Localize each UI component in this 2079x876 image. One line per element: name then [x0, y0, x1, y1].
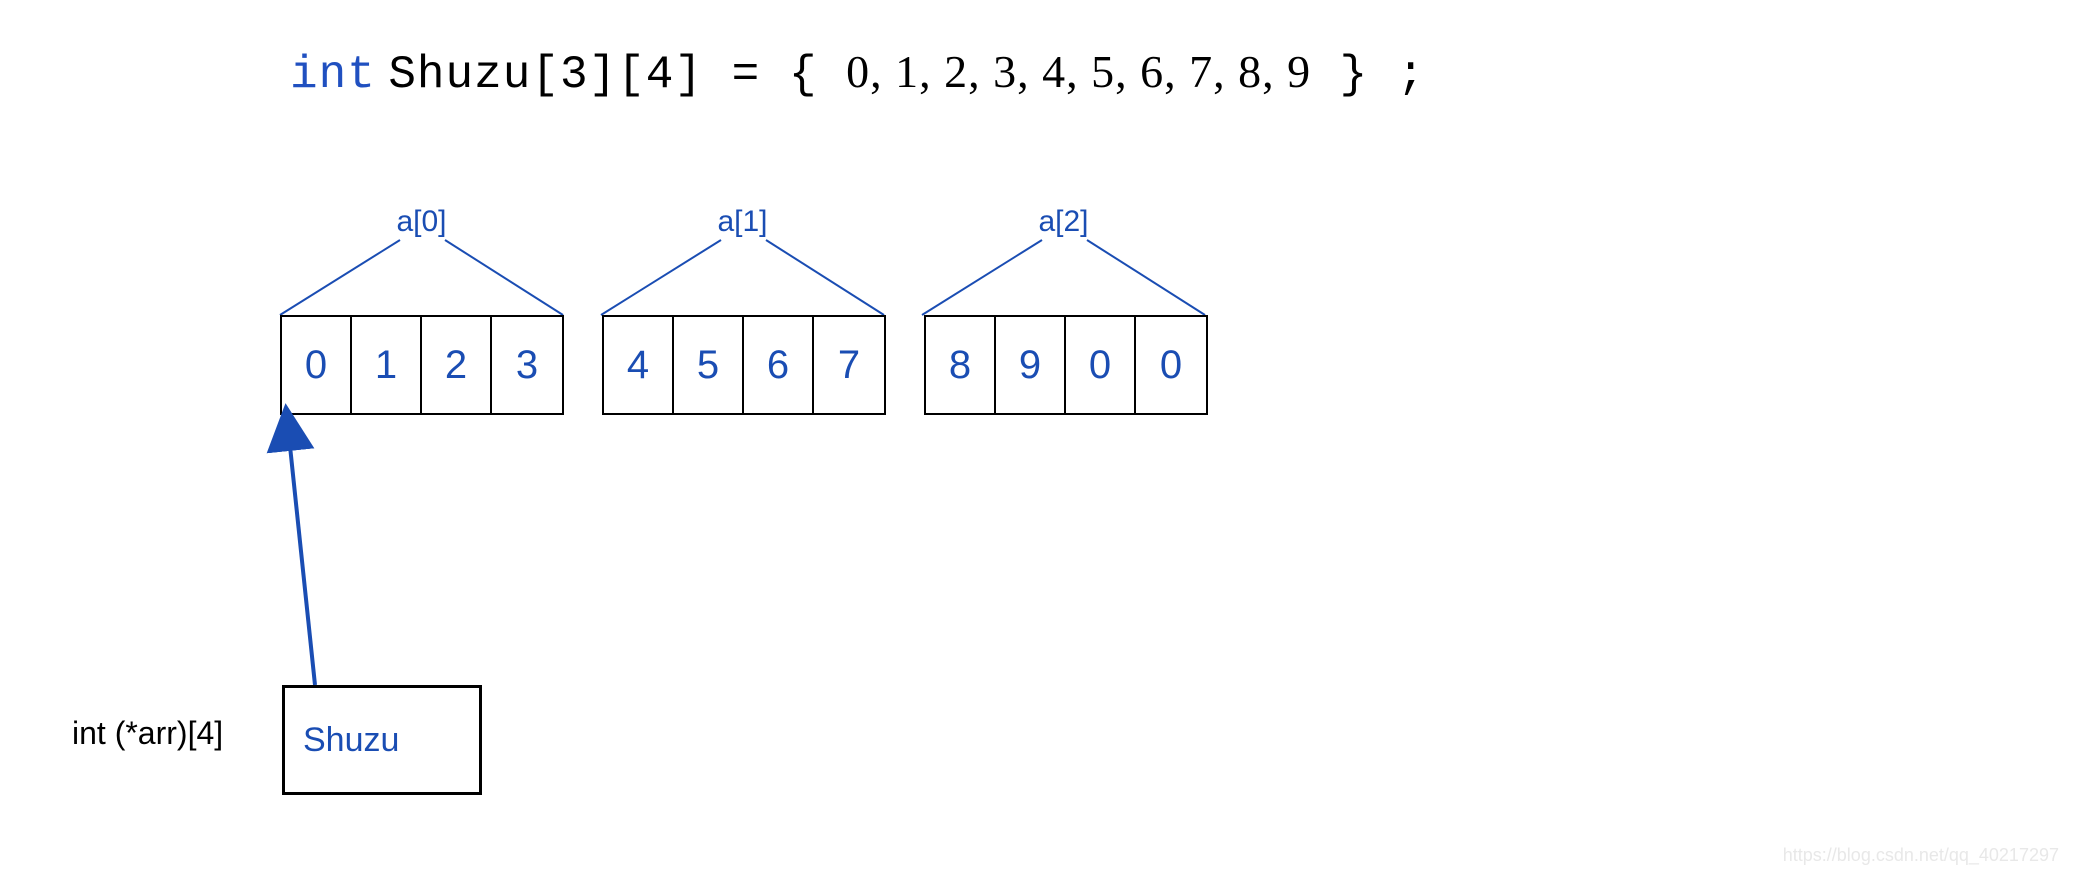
- cell: 2: [422, 317, 492, 413]
- watermark: https://blog.csdn.net/qq_40217297: [1783, 845, 2059, 866]
- array-block-2: 8 9 0 0: [924, 315, 1208, 415]
- cell: 8: [926, 317, 996, 413]
- group-labels-row: a[0] a[1] a[2]: [280, 225, 1205, 315]
- cell: 9: [996, 317, 1066, 413]
- equals: =: [703, 49, 789, 101]
- v-connector-0: [280, 225, 563, 315]
- group-label-0: a[0]: [280, 225, 563, 315]
- code-declaration: int Shuzu[3][4] = { 0, 1, 2, 3, 4, 5, 6,…: [290, 45, 1425, 101]
- v-connector-1: [601, 225, 884, 315]
- identifier: Shuzu: [388, 49, 531, 101]
- group-label-1: a[1]: [601, 225, 884, 315]
- pointer-type-label: int (*arr)[4]: [72, 715, 223, 752]
- group-label-2: a[2]: [922, 225, 1205, 315]
- v-connector-2: [922, 225, 1205, 315]
- cell: 3: [492, 317, 562, 413]
- cell: 7: [814, 317, 884, 413]
- cell: 1: [352, 317, 422, 413]
- dim2: [4]: [617, 49, 703, 101]
- cell: 4: [604, 317, 674, 413]
- cell: 0: [282, 317, 352, 413]
- array-block-1: 4 5 6 7: [602, 315, 886, 415]
- pointer-box: Shuzu: [282, 685, 482, 795]
- cell: 6: [744, 317, 814, 413]
- array-block-0: 0 1 2 3: [280, 315, 564, 415]
- dim1: [3]: [531, 49, 617, 101]
- array-blocks-row: 0 1 2 3 4 5 6 7 8 9 0 0: [280, 315, 1208, 415]
- pointer-arrow: [280, 415, 360, 690]
- pointer-box-text: Shuzu: [303, 721, 399, 760]
- brace-close: } ;: [1311, 49, 1425, 101]
- brace-open: {: [789, 49, 846, 101]
- keyword-int: int: [290, 49, 376, 101]
- cell: 0: [1066, 317, 1136, 413]
- init-values: 0, 1, 2, 3, 4, 5, 6, 7, 8, 9: [846, 46, 1311, 97]
- cell: 5: [674, 317, 744, 413]
- cell: 0: [1136, 317, 1206, 413]
